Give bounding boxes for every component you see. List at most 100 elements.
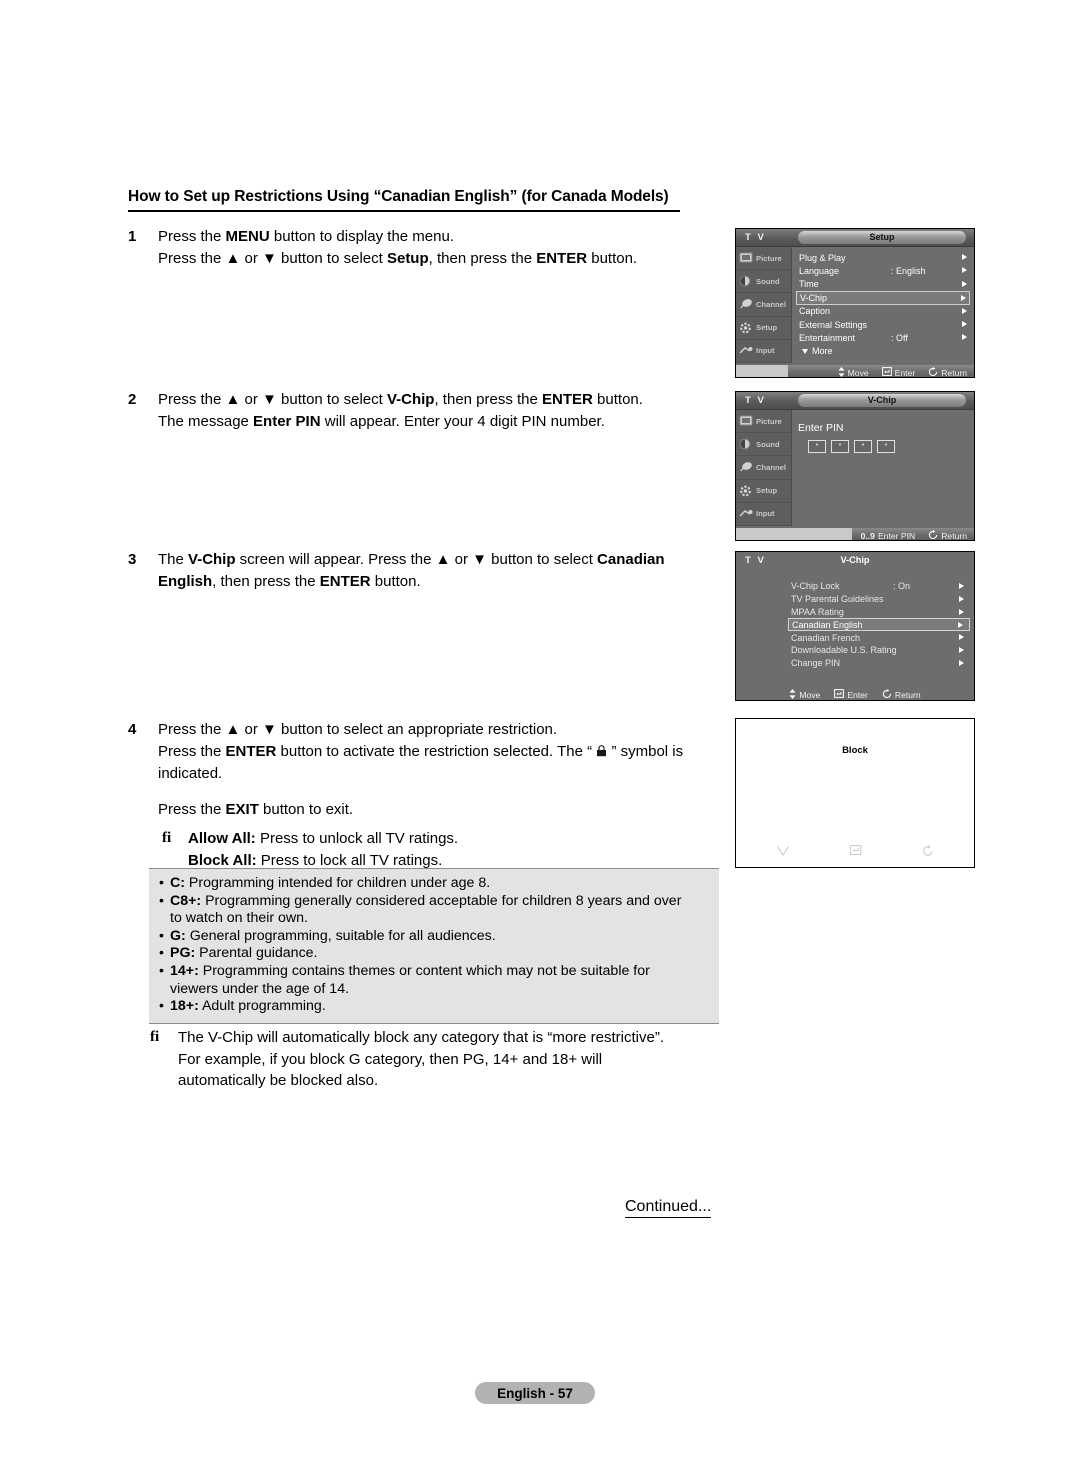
sidebar-item-picture[interactable]: Picture (736, 410, 791, 434)
note-line-2: For example, if you block G category, th… (178, 1050, 603, 1068)
ratings-note-box: • C: Programming intended for children un… (149, 868, 719, 1024)
sidebar-label: Picture (756, 253, 782, 263)
sidebar-label: Channel (756, 462, 786, 472)
enter-keyword: ENTER (225, 742, 277, 760)
sidebar-label: Setup (756, 323, 778, 333)
menu-label: Time (799, 279, 819, 290)
text: Programming intended for children under … (184, 875, 491, 891)
menu-row-more[interactable]: More (796, 345, 970, 358)
menu-row-time[interactable]: Time (796, 278, 970, 291)
step-body: Press the ▲ or ▼ button to select an app… (158, 719, 728, 871)
pin-input-group[interactable]: * * * * (808, 440, 895, 453)
pin-digit-3[interactable]: * (854, 440, 872, 453)
text: will appear. Enter your 4 digit PIN numb… (320, 412, 605, 430)
status-label: Enter (847, 689, 868, 700)
enter-icon (850, 845, 862, 859)
sidebar-label: Input (756, 346, 775, 356)
return-icon (928, 366, 938, 378)
rating-code: G: (170, 927, 186, 944)
menu-row-plug-play[interactable]: Plug & Play (796, 251, 970, 264)
continued-label: Continued... (625, 1198, 712, 1218)
text: Press the (158, 742, 226, 760)
status-enter: Enter (834, 689, 868, 700)
menu-label: TV Parental Guidelines (791, 594, 884, 605)
allow-block-note: fi Allow All: Press to unlock all TV rat… (158, 828, 728, 871)
menu-row-tv-parental-guidelines[interactable]: TV Parental Guidelines (788, 593, 970, 606)
input-icon (739, 508, 753, 520)
menu-row-v-chip[interactable]: V-Chip (796, 291, 970, 305)
sidebar-item-setup[interactable]: Setup (736, 480, 791, 503)
osd-body: Picture Sound Channel Setup Input (736, 247, 974, 378)
step-3-line-1: The V-Chip screen will appear. Press the… (158, 549, 718, 571)
status-enter-pin: 0..9 Enter PIN (861, 531, 916, 541)
osd-sidebar: Picture Sound Channel Setup Input (736, 410, 792, 526)
auto-block-text: The V-Chip will automatically block any … (178, 1027, 664, 1092)
fi-bullet-marker: fi (162, 830, 172, 846)
sidebar-item-input[interactable]: Input (736, 503, 791, 526)
page-number-label: English - 57 (497, 1385, 573, 1401)
menu-value: : On (893, 581, 911, 592)
sidebar-item-channel[interactable]: Channel (736, 456, 791, 480)
bullet-dot: • (159, 962, 164, 979)
chevron-right-icon (958, 622, 963, 629)
menu-row-change-pin[interactable]: Change PIN (788, 657, 970, 670)
sidebar-item-input[interactable]: Input (736, 340, 791, 363)
block-title: Block (842, 745, 868, 756)
status-label: Move (847, 367, 869, 378)
menu-value: : English (891, 266, 926, 277)
osd-status-bar: 0..9 Enter PIN Return (736, 528, 974, 541)
chevron-right-icon (959, 608, 964, 615)
step-number: 2 (128, 391, 137, 408)
sidebar-item-setup[interactable]: Setup (736, 317, 791, 340)
menu-label: External Settings (799, 319, 868, 330)
block-status-icons (736, 845, 974, 859)
osd-header: T V V-Chip (736, 552, 974, 572)
fi-bullet-marker: fi (150, 1029, 160, 1045)
text: button to activate the restriction selec… (276, 742, 597, 760)
menu-row-language[interactable]: Language: English (796, 264, 970, 277)
rating-code: PG: (170, 945, 196, 962)
pin-digit-2[interactable]: * (831, 440, 849, 453)
osd-title-pill: V-Chip (798, 393, 966, 407)
text: The (158, 551, 189, 568)
menu-row-mpaa-rating[interactable]: MPAA Rating (788, 606, 970, 619)
sidebar-item-sound[interactable]: Sound (736, 433, 791, 457)
text: button. (370, 572, 421, 590)
bullet-dot: • (159, 892, 164, 909)
more-label: More (812, 346, 833, 357)
sidebar-item-sound[interactable]: Sound (736, 270, 791, 294)
updown-icon (838, 366, 845, 378)
osd-title: V-Chip (867, 395, 897, 405)
text: screen will appear. Press the ▲ or ▼ but… (235, 551, 598, 568)
menu-row-entertainment[interactable]: Entertainment: Off (796, 331, 970, 344)
exit-keyword: EXIT (225, 800, 259, 818)
status-enter: Enter (881, 367, 915, 377)
enter-icon (834, 689, 845, 700)
pin-digit-1[interactable]: * (808, 440, 826, 453)
pin-digit-4[interactable]: * (877, 440, 895, 453)
enter-keyword: ENTER (319, 572, 371, 590)
step-1: 1 Press the MENU button to display the m… (128, 226, 718, 269)
menu-row-downloadable-us-rating[interactable]: Downloadable U.S. Rating (788, 644, 970, 657)
menu-row-vchip-lock[interactable]: V-Chip Lock : On (788, 580, 970, 593)
menu-row-canadian-french[interactable]: Canadian French (788, 631, 970, 644)
rating-text: G: General programming, suitable for all… (170, 928, 709, 946)
sidebar-item-picture[interactable]: Picture (736, 247, 791, 271)
menu-row-external-settings[interactable]: External Settings (796, 318, 970, 331)
menu-row-canadian-english[interactable]: Canadian English (788, 618, 970, 632)
canadian-keyword: Canadian (597, 551, 665, 568)
sidebar-label: Setup (756, 486, 778, 496)
osd-sidebar: Picture Sound Channel Setup Input (736, 247, 792, 363)
text: , then press the (212, 572, 320, 590)
menu-label: V-Chip Lock (791, 581, 840, 592)
sidebar-item-channel[interactable]: Channel (736, 293, 791, 317)
osd-panel-enter-pin: T V V-Chip Picture Sound Channel Setup I… (735, 391, 975, 541)
rating-code: C8+: (170, 892, 202, 909)
menu-row-caption[interactable]: Caption (796, 305, 970, 318)
step-body: Press the ▲ or ▼ button to select V-Chip… (158, 389, 718, 432)
text: Press the (158, 228, 226, 245)
text: General programming, suitable for all au… (185, 927, 496, 944)
rating-code: C: (170, 875, 185, 891)
chevron-down-icon (802, 348, 808, 354)
return-icon (882, 688, 892, 701)
